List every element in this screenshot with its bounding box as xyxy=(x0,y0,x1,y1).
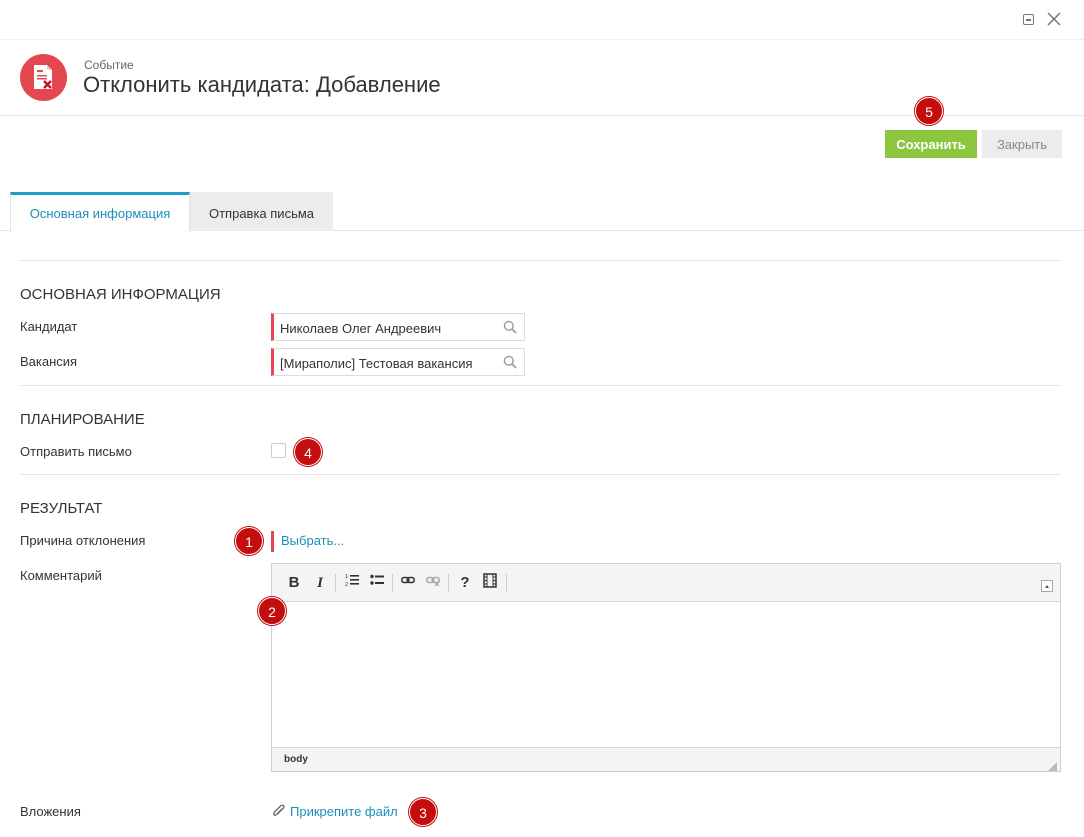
required-indicator xyxy=(271,531,274,552)
reason-label: Причина отклонения xyxy=(20,533,146,548)
vacancy-label: Вакансия xyxy=(20,354,78,369)
save-button[interactable]: Сохранить xyxy=(885,130,977,158)
vacancy-field[interactable]: [Мираполис] Тестовая вакансия xyxy=(271,348,525,376)
comment-editor: B I 12 ? body xyxy=(271,563,1061,772)
element-path: body xyxy=(284,754,308,765)
tab-main-info[interactable]: Основная информация xyxy=(10,192,190,232)
attachments-label: Вложения xyxy=(20,804,81,819)
toolbar-separator xyxy=(335,574,336,592)
editor-toolbar: B I 12 ? xyxy=(272,564,1060,602)
link-icon[interactable] xyxy=(398,573,418,593)
candidate-value: Николаев Олег Андреевич xyxy=(280,321,442,336)
reject-document-icon xyxy=(20,54,67,101)
close-button[interactable]: Закрыть xyxy=(982,130,1062,158)
step-badge-1: 1 xyxy=(235,527,263,555)
svg-text:1: 1 xyxy=(345,574,348,580)
search-icon[interactable] xyxy=(503,355,517,369)
divider xyxy=(20,474,1061,475)
window-top-bar xyxy=(0,0,1084,40)
bulleted-list-icon[interactable] xyxy=(367,573,387,593)
comment-label: Комментарий xyxy=(20,568,102,583)
numbered-list-icon[interactable]: 12 xyxy=(342,573,362,593)
choose-reason-link[interactable]: Выбрать... xyxy=(281,533,344,548)
candidate-label: Кандидат xyxy=(20,319,78,334)
paperclip-icon xyxy=(272,804,286,819)
step-badge-3: 3 xyxy=(409,798,437,826)
bold-icon[interactable]: B xyxy=(284,573,304,593)
close-icon[interactable] xyxy=(1045,10,1063,28)
step-badge-5: 5 xyxy=(915,97,943,125)
send-mail-label: Отправить письмо xyxy=(20,444,132,459)
tab-bar: Основная информация Отправка письма xyxy=(0,192,1084,232)
unlink-icon[interactable] xyxy=(423,573,443,593)
svg-text:2: 2 xyxy=(345,582,348,587)
minimize-icon[interactable] xyxy=(1019,10,1037,28)
divider xyxy=(20,385,1061,386)
section-title-result: РЕЗУЛЬТАТ xyxy=(20,500,103,517)
editor-status-bar: body xyxy=(272,747,1060,771)
candidate-field[interactable]: Николаев Олег Андреевич xyxy=(271,313,525,341)
tab-send-mail[interactable]: Отправка письма xyxy=(190,192,333,231)
dialog-subtitle: Событие xyxy=(84,58,134,72)
step-badge-4: 4 xyxy=(294,438,322,466)
collapse-toolbar-icon[interactable] xyxy=(1041,580,1053,592)
dialog-title: Отклонить кандидата: Добавление xyxy=(83,72,441,97)
help-icon[interactable]: ? xyxy=(455,573,475,593)
section-title-planning: ПЛАНИРОВАНИЕ xyxy=(20,411,145,428)
vacancy-value: [Мираполис] Тестовая вакансия xyxy=(280,356,473,371)
send-mail-checkbox[interactable] xyxy=(271,443,286,458)
divider xyxy=(20,260,1061,261)
toolbar-separator xyxy=(392,574,393,592)
attach-file-link[interactable]: Прикрепите файл xyxy=(290,804,398,819)
resize-handle-icon[interactable] xyxy=(1048,759,1057,771)
section-title-main: ОСНОВНАЯ ИНФОРМАЦИЯ xyxy=(20,286,221,303)
comment-text-area[interactable] xyxy=(272,602,1060,747)
toolbar-separator xyxy=(448,574,449,592)
media-icon[interactable] xyxy=(480,573,500,593)
step-badge-2: 2 xyxy=(258,597,286,625)
toolbar-separator xyxy=(506,574,507,592)
search-icon[interactable] xyxy=(503,320,517,334)
italic-icon[interactable]: I xyxy=(310,573,330,593)
